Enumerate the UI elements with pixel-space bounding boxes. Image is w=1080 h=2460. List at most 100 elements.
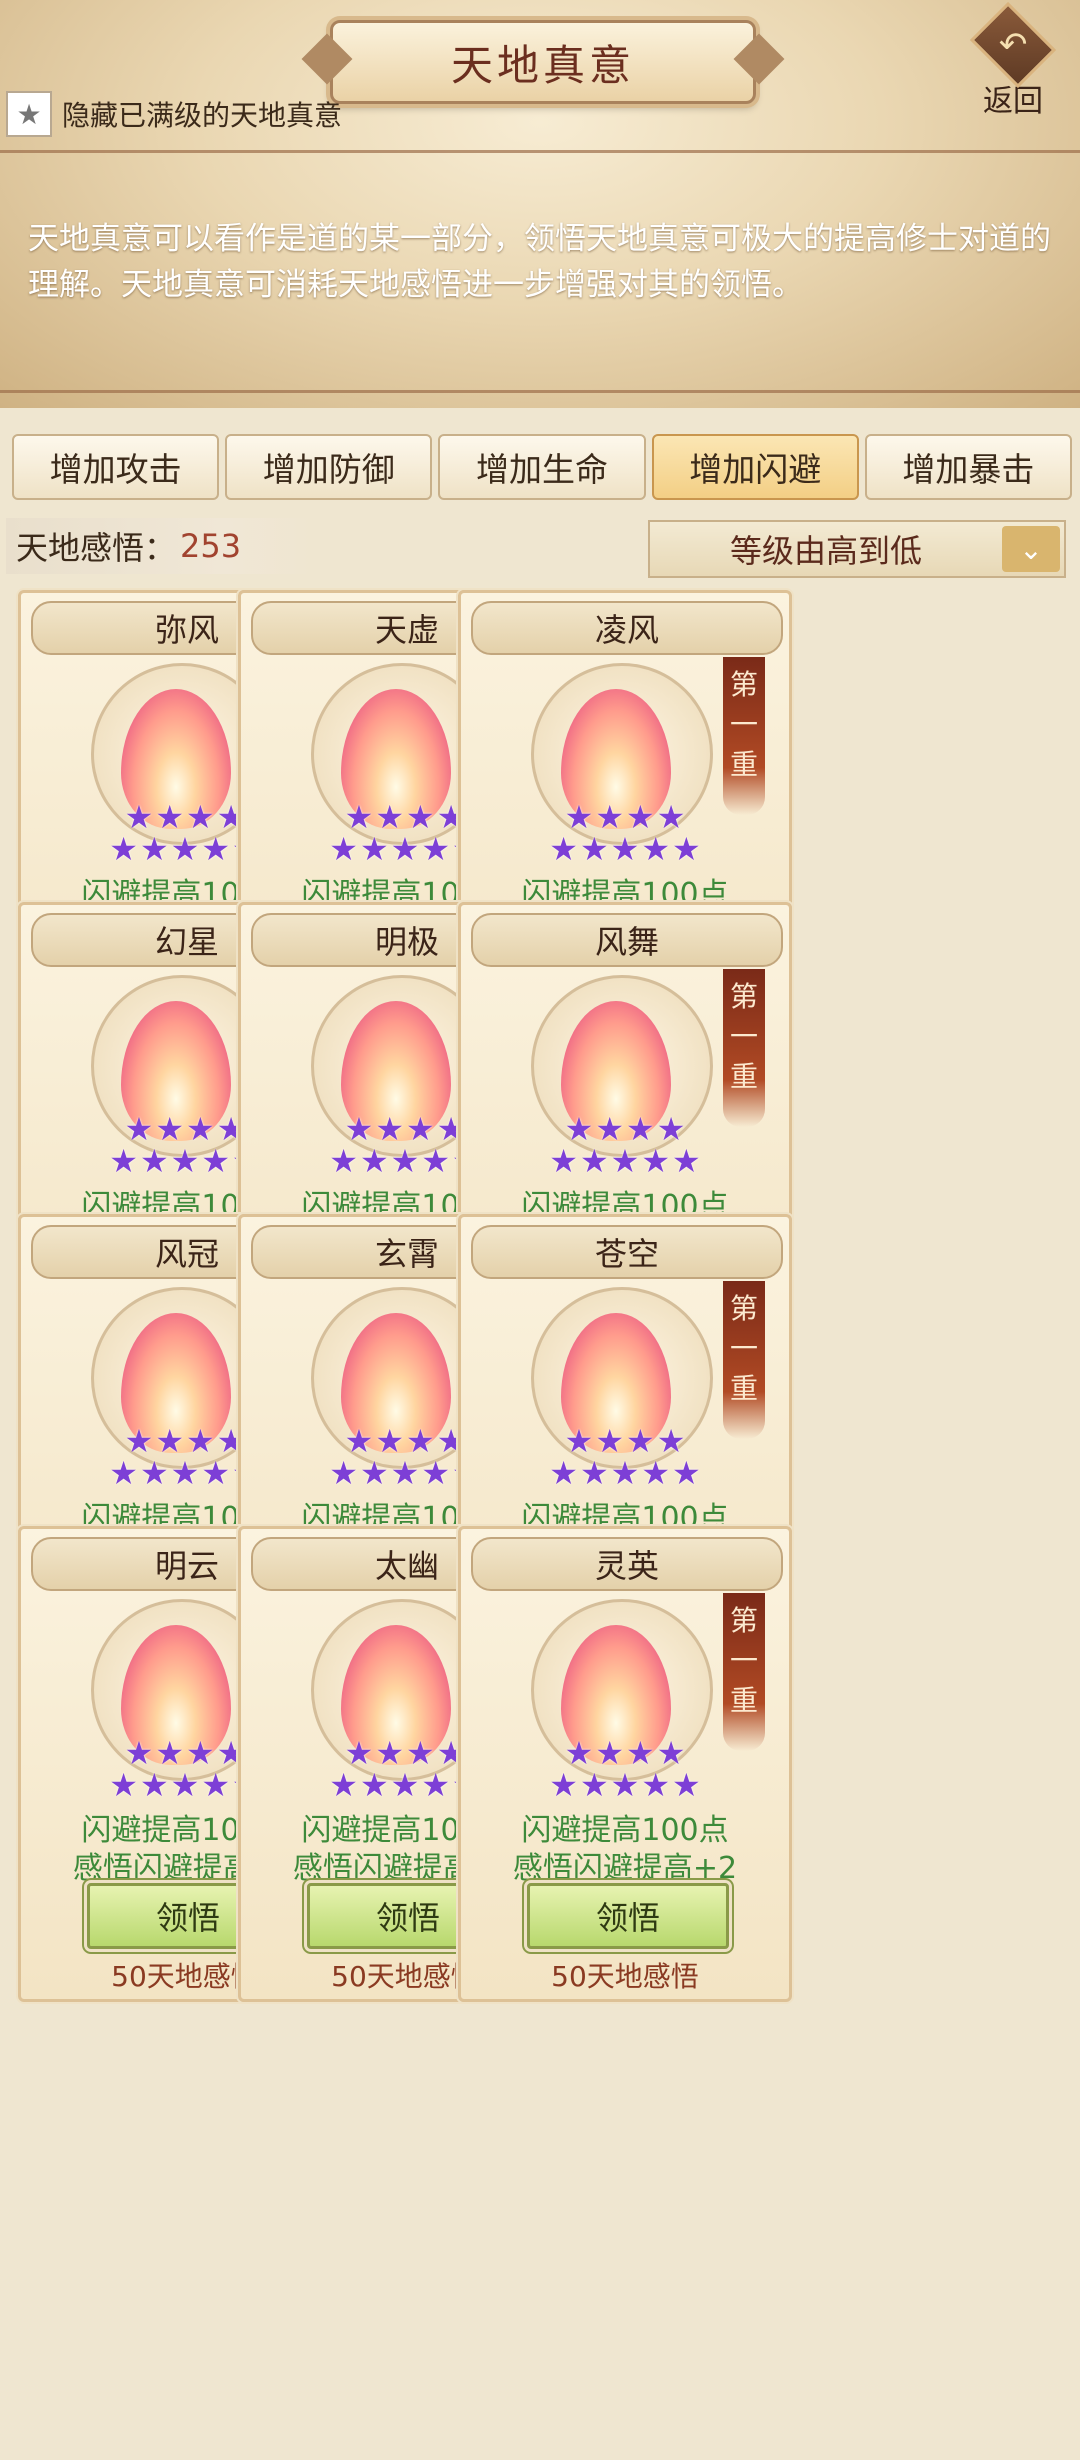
tab-defense[interactable]: 增加防御 <box>225 434 433 500</box>
star-row-bottom: ★★★★★ <box>461 1145 789 1177</box>
star-icon: ★ <box>124 1110 154 1148</box>
star-icon: ★ <box>595 1422 624 1460</box>
star-icon: ★ <box>155 798 184 836</box>
star-icon: ★ <box>672 1142 701 1180</box>
star-icon: ★ <box>641 1766 671 1804</box>
star-icon: ★ <box>626 798 655 836</box>
tab-dodge[interactable]: 增加闪避 <box>651 434 859 500</box>
tab-life[interactable]: 增加生命 <box>438 434 646 500</box>
star-icon: ★ <box>595 1734 624 1772</box>
category-tabs: 增加攻击 增加防御 增加生命 增加闪避 增加暴击 <box>12 434 1073 500</box>
sort-label: 等级由高到低 <box>729 532 922 570</box>
skill-name: 风舞 <box>471 913 783 967</box>
star-icon: ★ <box>390 1766 420 1804</box>
tab-crit[interactable]: 增加暴击 <box>864 434 1073 500</box>
star-icon: ★ <box>124 798 154 836</box>
header-divider <box>0 150 1080 153</box>
star-icon: ★ <box>421 1142 451 1180</box>
tab-attack[interactable]: 增加攻击 <box>12 434 220 500</box>
star-icon: ★ <box>375 1734 404 1772</box>
star-icon: ★ <box>344 1422 374 1460</box>
star-icon: ★ <box>656 1110 686 1148</box>
star-icon: ★ <box>641 830 671 868</box>
hide-maxed-checkbox[interactable]: ★ <box>6 91 52 137</box>
star-icon: ★ <box>406 798 435 836</box>
star-icon: ★ <box>201 830 231 868</box>
header-panel: 天地真意 ↶ 返回 ★ 隐藏已满级的天地真意 天地真意可以看作是道的某一部分，领… <box>0 0 1080 408</box>
learn-cost: 50天地感悟 <box>551 1960 699 1993</box>
hide-maxed-row[interactable]: ★ 隐藏已满级的天地真意 <box>0 88 342 140</box>
star-icon: ★ <box>375 1110 404 1148</box>
title-plaque: 天地真意 <box>330 20 756 104</box>
star-icon: ★ <box>329 1766 358 1804</box>
star-icon: ★ <box>139 1454 169 1492</box>
star-icon: ★ <box>201 1766 231 1804</box>
star-icon: ★ <box>610 1142 640 1180</box>
chevron-down-icon[interactable]: ⌄ <box>1002 526 1060 572</box>
skill-name: 灵英 <box>471 1537 783 1591</box>
star-icon: ★ <box>155 1734 184 1772</box>
star-icon: ★ <box>656 1734 686 1772</box>
star-row-bottom: ★★★★★ <box>461 1769 789 1801</box>
star-icon: ★ <box>390 830 420 868</box>
star-icon: ★ <box>421 1454 451 1492</box>
star-icon: ★ <box>359 830 389 868</box>
star-icon: ★ <box>564 1422 594 1460</box>
star-icon: ★ <box>595 798 624 836</box>
star-icon: ★ <box>406 1734 435 1772</box>
star-icon: ★ <box>626 1734 655 1772</box>
star-icon: ★ <box>186 1422 215 1460</box>
star-icon: ★ <box>186 1734 215 1772</box>
skill-card: 灵英第一重 ★ ★ ★ ★ ★ ★ ★ ★ ★ 闪避提高100点 感悟闪避提高+2 领悟 50天地感悟 <box>458 1526 792 2002</box>
star-icon: ★ <box>626 1110 655 1148</box>
star-icon: ★ <box>579 1454 609 1492</box>
level-banner: 第一重 <box>723 969 765 1127</box>
header-divider-bottom <box>0 390 1080 393</box>
star-icon: ★ <box>610 1766 640 1804</box>
star-icon: ★ <box>579 1142 609 1180</box>
insight-points: 天地感悟： 253 <box>6 518 316 574</box>
star-icon: ★ <box>626 1422 655 1460</box>
star-icon: ★ <box>549 1454 578 1492</box>
star-icon: ★ <box>656 1422 686 1460</box>
star-icon: ★ <box>672 830 701 868</box>
level-banner: 第一重 <box>723 1593 765 1751</box>
sort-dropdown[interactable]: 等级由高到低 ⌄ <box>648 520 1066 578</box>
star-icon: ★ <box>641 1142 671 1180</box>
star-row-top: ★ ★ ★ ★ <box>461 1113 789 1145</box>
star-icon: ★ <box>170 1142 200 1180</box>
star-icon: ★ <box>406 1422 435 1460</box>
back-button[interactable]: ↶ 返回 <box>958 1 1068 120</box>
star-icon: ★ <box>139 830 169 868</box>
level-banner: 第一重 <box>723 657 765 815</box>
skill-name: 凌风 <box>471 601 783 655</box>
star-icon: ★ <box>124 1422 154 1460</box>
star-icon: ★ <box>109 830 138 868</box>
star-icon: ★ <box>155 1110 184 1148</box>
star-icon: ★ <box>421 1766 451 1804</box>
star-icon: ★ <box>641 1454 671 1492</box>
star-icon: ★ <box>170 830 200 868</box>
star-icon: ★ <box>344 1110 374 1148</box>
star-icon: ★ <box>186 798 215 836</box>
pin-icon: ★ <box>16 97 42 131</box>
star-icon: ★ <box>375 1422 404 1460</box>
star-icon: ★ <box>329 1454 358 1492</box>
star-icon: ★ <box>595 1110 624 1148</box>
learn-button[interactable]: 领悟 <box>527 1883 729 1949</box>
star-icon: ★ <box>201 1454 231 1492</box>
skill-name: 苍空 <box>471 1225 783 1279</box>
star-icon: ★ <box>579 830 609 868</box>
star-icon: ★ <box>564 1110 594 1148</box>
star-icon: ★ <box>359 1142 389 1180</box>
star-icon: ★ <box>155 1422 184 1460</box>
description-text: 天地真意可以看作是道的某一部分，领悟天地真意可极大的提高修士对道的理解。天地真意… <box>28 221 1051 303</box>
star-row-top: ★ ★ ★ ★ <box>461 1737 789 1769</box>
star-row-bottom: ★★★★★ <box>461 833 789 865</box>
hide-maxed-label: 隐藏已满级的天地真意 <box>62 99 343 132</box>
insight-points-label: 天地感悟： <box>16 529 177 567</box>
star-icon: ★ <box>564 1734 594 1772</box>
star-icon: ★ <box>672 1766 701 1804</box>
star-icon: ★ <box>359 1766 389 1804</box>
star-icon: ★ <box>124 1734 154 1772</box>
